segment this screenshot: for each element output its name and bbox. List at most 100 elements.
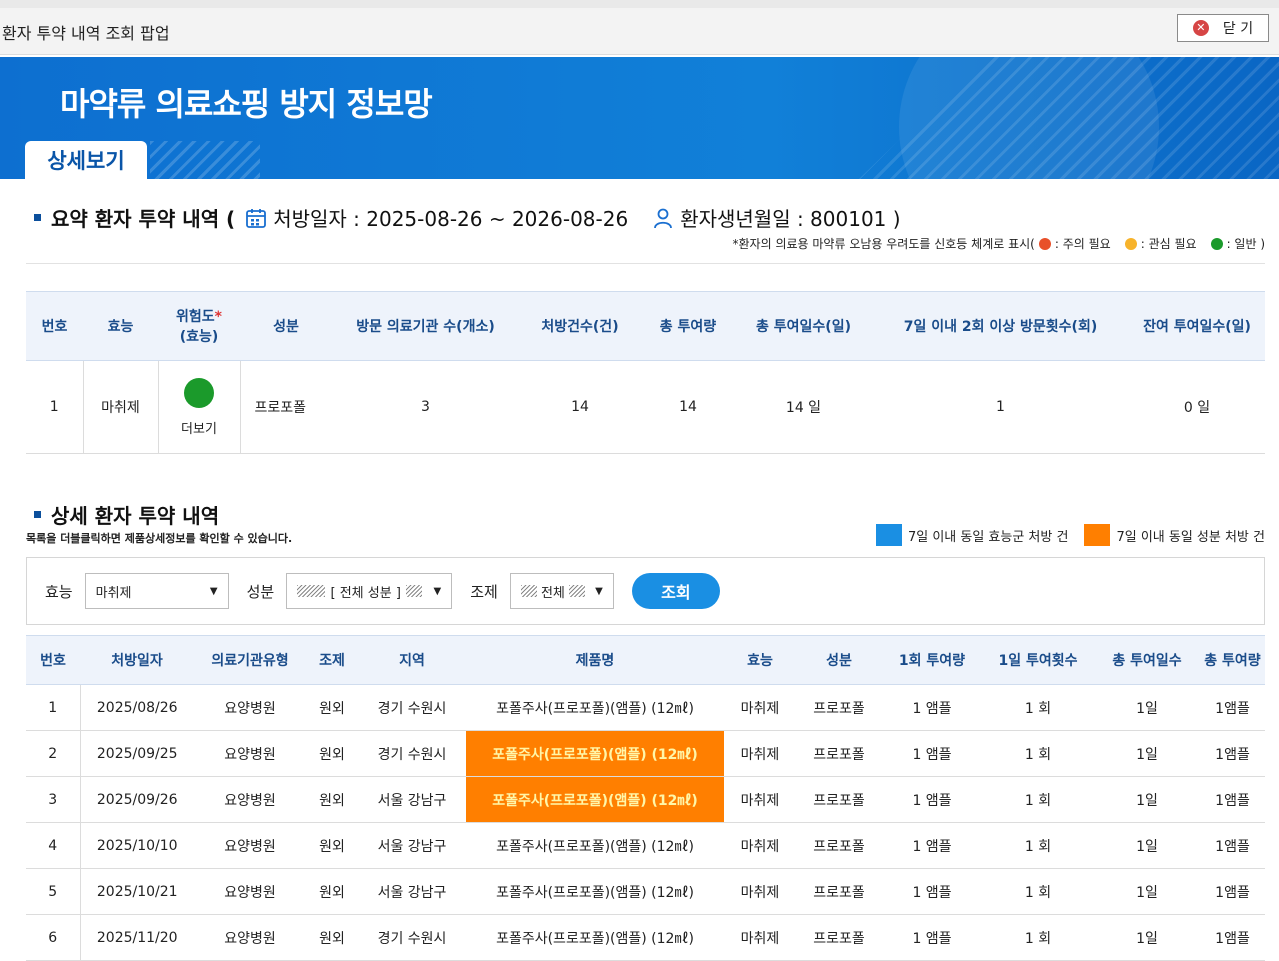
row-efficacy: 마취제 xyxy=(724,730,796,777)
table-row[interactable]: 4 2025/10/10 요양병원 원외 서울 강남구 포폴주사(프로포폴)(앰플) (1… xyxy=(26,822,1265,869)
row-daily-freq: 1 회 xyxy=(982,914,1094,961)
row-daily-freq: 1 회 xyxy=(982,868,1094,915)
efficacy-select[interactable]: 마취제 ▼ xyxy=(84,573,229,609)
hatch-decoration xyxy=(569,585,585,597)
legend-normal-label: : 일반 ) xyxy=(1226,237,1265,251)
ingredient-filter-label: 성분 xyxy=(246,582,275,601)
summary-header-row: 번호 효능 위험도* (효능) 성분 방문 의료기관 수(개소) 처방건수(건) … xyxy=(26,291,1265,361)
row-date: 2025/11/20 xyxy=(80,914,194,961)
summary-institutions: 3 xyxy=(332,360,519,454)
normal-dot-icon xyxy=(1210,237,1223,250)
col-total-days: 총 투여일수(일) xyxy=(735,291,872,361)
row-dose-once: 1 앰플 xyxy=(882,776,982,823)
detail-heading-text: 상세 환자 투약 내역 xyxy=(51,504,220,528)
table-row[interactable]: 5 2025/10/21 요양병원 원외 서울 강남구 포폴주사(프로포폴)(앰플) (1… xyxy=(26,868,1265,915)
row-no: 1 xyxy=(26,684,81,731)
tab-detail-view[interactable]: 상세보기 xyxy=(25,141,147,179)
col-total-dose: 총 투여량 xyxy=(1200,635,1265,685)
table-row[interactable]: 2 2025/09/25 요양병원 원외 경기 수원시 포폴주사(프로포폴)(앰플) (1… xyxy=(26,730,1265,777)
calendar-icon xyxy=(246,208,267,228)
row-institution-type: 요양병원 xyxy=(194,776,306,823)
row-institution-type: 요양병원 xyxy=(194,684,306,731)
close-icon: ✕ xyxy=(1192,20,1209,36)
row-no: 5 xyxy=(26,868,81,915)
caution-dot-icon xyxy=(1038,237,1051,250)
detail-hint: 목록을 더블클릭하면 제품상세정보를 확인할 수 있습니다. xyxy=(26,532,293,545)
summary-row[interactable]: 1 마취제 더보기 프로포폴 3 14 14 14 일 1 0 일 xyxy=(26,360,1265,454)
row-total-dose: 1앰플 xyxy=(1200,914,1265,961)
summary-remaining-days: 0 일 xyxy=(1129,360,1265,454)
col-ingredient: 성분 xyxy=(796,635,882,685)
legend-same-efficacy: 7일 이내 동일 효능군 처방 건 xyxy=(907,529,1069,545)
row-ingredient: 프로포폴 xyxy=(796,730,882,777)
detail-heading: 상세 환자 투약 내역 xyxy=(34,500,219,529)
summary-no: 1 xyxy=(26,360,83,454)
row-efficacy: 마취제 xyxy=(724,822,796,869)
divider xyxy=(26,263,1265,264)
row-dose-once: 1 앰플 xyxy=(882,868,982,915)
close-label: 닫 기 xyxy=(1222,21,1254,37)
table-row[interactable]: 6 2025/11/20 요양병원 원외 경기 수원시 포폴주사(프로포폴)(앰플) (1… xyxy=(26,914,1265,961)
row-ingredient: 프로포폴 xyxy=(796,914,882,961)
brand-title: 마약류 의료쇼핑 방지 정보망 xyxy=(60,85,433,123)
summary-prescriptions: 14 xyxy=(519,360,641,454)
patient-birthdate: 환자생년월일 : 800101 ) xyxy=(680,207,901,231)
row-total-dose: 1앰플 xyxy=(1200,684,1265,731)
ingredient-select[interactable]: [ 전체 성분 ] ▼ xyxy=(286,573,453,609)
col-preparation: 조제 xyxy=(306,635,358,685)
row-date: 2025/09/26 xyxy=(80,776,194,823)
row-total-dose: 1앰플 xyxy=(1200,730,1265,777)
formulation-select[interactable]: 전체 ▼ xyxy=(509,573,614,609)
row-product: 포폴주사(프로포폴)(앰플) (12㎖) xyxy=(466,914,724,961)
table-row[interactable]: 3 2025/09/26 요양병원 원외 서울 강남구 포폴주사(프로포폴)(앰플) (1… xyxy=(26,776,1265,823)
row-product: 포폴주사(프로포폴)(앰플) (12㎖) xyxy=(466,776,724,823)
col-dose-once: 1회 투여량 xyxy=(882,635,982,685)
detail-table: 번호 처방일자 의료기관유형 조제 지역 제품명 효능 성분 1회 투여량 1일… xyxy=(26,635,1265,961)
col-no: 번호 xyxy=(26,291,83,361)
col-total-dose: 총 투여량 xyxy=(641,291,735,361)
prescription-period: 처방일자 : 2025-08-26 ~ 2026-08-26 xyxy=(273,207,629,231)
efficacy-select-value: 마취제 xyxy=(95,585,132,601)
person-icon xyxy=(654,208,673,228)
row-total-days: 1일 xyxy=(1094,730,1200,777)
dropdown-arrow-icon: ▼ xyxy=(433,585,442,597)
col-efficacy: 효능 xyxy=(724,635,796,685)
row-efficacy: 마취제 xyxy=(724,914,796,961)
col-date: 처방일자 xyxy=(80,635,194,685)
row-total-days: 1일 xyxy=(1094,914,1200,961)
col-visits-7days: 7일 이내 2회 이상 방문횟수(회) xyxy=(872,291,1129,361)
col-efficacy: 효능 xyxy=(83,291,158,361)
row-date: 2025/10/21 xyxy=(80,868,194,915)
row-daily-freq: 1 회 xyxy=(982,730,1094,777)
row-dose-once: 1 앰플 xyxy=(882,684,982,731)
row-no: 3 xyxy=(26,776,81,823)
row-total-days: 1일 xyxy=(1094,684,1200,731)
risk-legend: *환자의 의료용 마약류 오남용 우려도를 신호등 체계로 표시( : 주의 필… xyxy=(733,235,1265,252)
efficacy-filter-label: 효능 xyxy=(45,582,73,601)
row-dose-once: 1 앰플 xyxy=(882,914,982,961)
row-region: 경기 수원시 xyxy=(358,684,466,731)
col-total-days: 총 투여일수 xyxy=(1094,635,1200,685)
col-no: 번호 xyxy=(26,635,80,685)
row-ingredient: 프로포폴 xyxy=(796,868,882,915)
row-preparation: 원외 xyxy=(306,914,358,961)
col-prescriptions: 처방건수(건) xyxy=(519,291,641,361)
row-ingredient: 프로포폴 xyxy=(796,776,882,823)
row-product: 포폴주사(프로포폴)(앰플) (12㎖) xyxy=(466,684,724,731)
search-button[interactable]: 조회 xyxy=(631,573,720,609)
row-no: 6 xyxy=(26,914,81,961)
risk-normal-dot-icon xyxy=(184,377,214,408)
hatch-decoration xyxy=(406,585,423,597)
table-row[interactable]: 1 2025/08/26 요양병원 원외 경기 수원시 포폴주사(프로포폴)(앰플) (1… xyxy=(26,684,1265,731)
detail-header-row: 번호 처방일자 의료기관유형 조제 지역 제품명 효능 성분 1회 투여량 1일… xyxy=(26,635,1265,685)
col-region: 지역 xyxy=(358,635,466,685)
popup-title: 환자 투약 내역 조회 팝업 xyxy=(2,24,170,43)
row-date: 2025/09/25 xyxy=(80,730,194,777)
row-efficacy: 마취제 xyxy=(724,868,796,915)
row-no: 4 xyxy=(26,822,81,869)
risk-more-link[interactable]: 더보기 xyxy=(160,418,239,437)
row-total-days: 1일 xyxy=(1094,776,1200,823)
row-institution-type: 요양병원 xyxy=(194,914,306,961)
col-ingredient: 성분 xyxy=(240,291,332,361)
close-button[interactable]: ✕ 닫 기 xyxy=(1177,14,1269,42)
